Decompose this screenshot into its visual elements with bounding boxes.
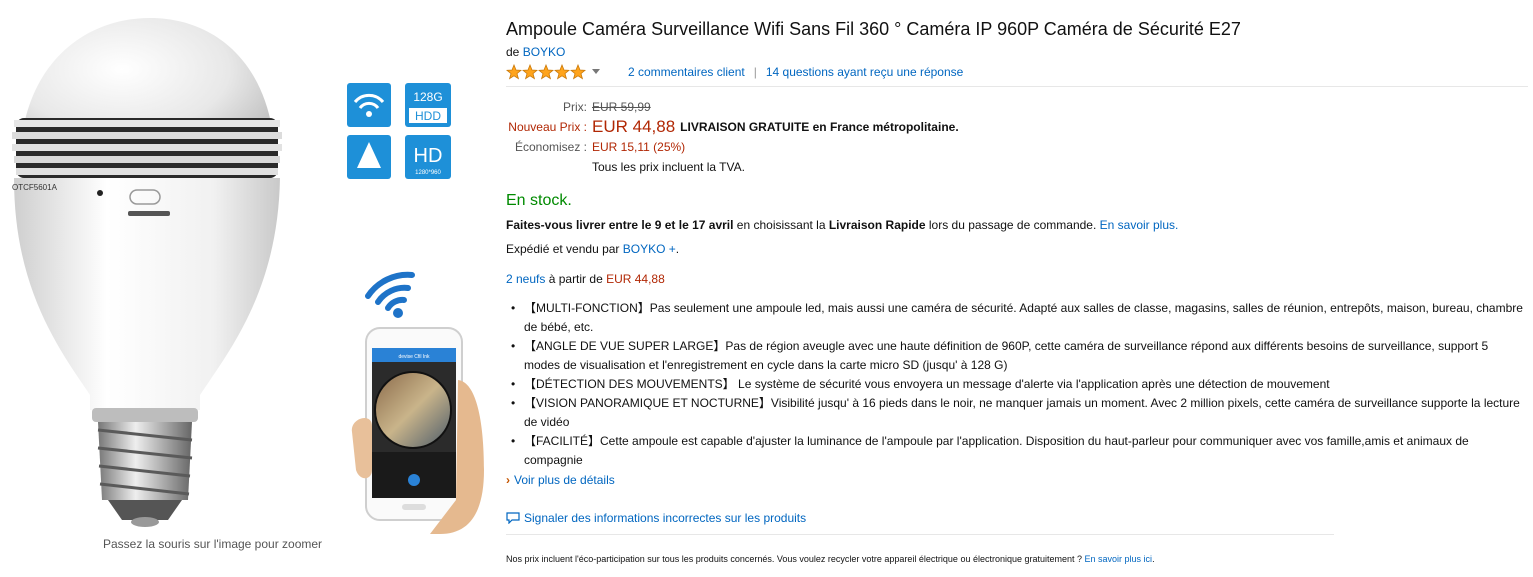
feature-bullet: 【VISION PANORAMIQUE ET NOCTURNE】Visibili… (511, 394, 1524, 432)
savings-row: Économisez : EUR 15,11 (25%) (506, 137, 1526, 157)
divider (506, 534, 1334, 535)
feature-bullets: 【MULTI-FONCTION】Pas seulement une ampoul… (506, 299, 1526, 470)
see-more-details[interactable]: › Voir plus de détails (506, 472, 1526, 488)
offers-price: EUR 44,88 (606, 272, 665, 286)
questions-link[interactable]: 14 questions ayant reçu une réponse (766, 65, 963, 79)
product-details: Ampoule Caméra Surveillance Wifi Sans Fi… (506, 17, 1528, 565)
svg-text:128G: 128G (413, 90, 442, 104)
star-icon (506, 64, 522, 80)
storage-badge: 128G HDD (405, 83, 451, 127)
chevron-right-icon: › (506, 473, 510, 487)
feature-bullet: 【DÉTECTION DES MOUVEMENTS】 Le système de… (511, 375, 1524, 394)
new-offers-link[interactable]: 2 neufs (506, 272, 545, 286)
rating-row: 2 commentaires client | 14 questions aya… (506, 63, 1526, 81)
bulb-model-label: OTCF5601A (12, 183, 58, 192)
reviews-link[interactable]: 2 commentaires client (628, 65, 745, 79)
vat-row: Tous les prix incluent la TVA. (506, 157, 1526, 177)
bulb-vents (12, 118, 282, 178)
fast-delivery: Livraison Rapide (828, 218, 926, 232)
wifi-signal-icon (365, 271, 415, 311)
bulb-base (92, 408, 198, 527)
delivery-message: Faites-vous livrer entre le 9 et le 17 a… (506, 218, 1179, 232)
wifi-badge (347, 83, 391, 127)
list-price: EUR 59,99 (592, 100, 651, 114)
list-price-label: Prix: (563, 100, 587, 114)
vat-note: Tous les prix incluent la TVA. (592, 160, 745, 174)
speech-bubble-icon (506, 512, 520, 524)
eco-footnote: Nos prix incluent l'éco-participation su… (506, 554, 1155, 564)
learn-more-link[interactable]: En savoir plus. (1100, 218, 1179, 232)
list-price-row: Prix: EUR 59,99 (506, 97, 1526, 117)
rating-separator: | (753, 65, 757, 79)
rating-dropdown-icon[interactable] (592, 69, 600, 75)
see-more-link[interactable]: Voir plus de détails (514, 472, 615, 488)
report-issue[interactable]: Signaler des informations incorrectes su… (506, 510, 1526, 526)
feature-bullet: 【ANGLE DE VUE SUPER LARGE】Pas de région … (511, 337, 1524, 375)
product-title: Ampoule Caméra Surveillance Wifi Sans Fi… (506, 19, 1241, 39)
star-rating[interactable] (506, 64, 586, 80)
delivery-dates: Faites-vous livrer entre le 9 et le 17 a… (506, 218, 734, 232)
svg-text:1280*960: 1280*960 (415, 170, 441, 176)
recycle-info-link[interactable]: En savoir plus ici (1085, 554, 1153, 564)
star-icon (522, 64, 538, 80)
shipped-by: Expédié et vendu par BOYKO +. (506, 242, 680, 256)
feature-bullet: 【MULTI-FONCTION】Pas seulement une ampoul… (511, 299, 1524, 337)
new-price-row: Nouveau Prix : EUR 44,88 LIVRAISON GRATU… (506, 117, 1526, 137)
svg-text:devise Cfil Ink: devise Cfil Ink (398, 354, 430, 360)
savings-value: EUR 15,11 (25%) (592, 140, 686, 154)
byline-prefix: de (506, 45, 520, 59)
product-image[interactable]: OTCF5601A 128G HDD 360° HD 1280*960 devi… (0, 0, 490, 535)
new-price: EUR 44,88 (592, 117, 676, 136)
svg-text:HDD: HDD (415, 109, 441, 123)
free-shipping: LIVRAISON GRATUITE en France métropolita… (680, 120, 959, 134)
hd-badge: HD 1280*960 (405, 135, 451, 179)
image-gallery: OTCF5601A 128G HDD 360° HD 1280*960 devi… (0, 0, 490, 577)
report-link[interactable]: Signaler des informations incorrectes su… (524, 510, 806, 526)
new-price-label: Nouveau Prix : (508, 120, 587, 134)
availability-status: En stock. (506, 192, 572, 209)
zoom-hint: Passez la souris sur l'image pour zoomer (103, 537, 323, 551)
angle-badge: 360° (347, 135, 391, 179)
star-icon (538, 64, 554, 80)
price-block: Prix: EUR 59,99 Nouveau Prix : EUR 44,88… (506, 97, 1526, 177)
byline: de BOYKO (506, 44, 1526, 60)
star-icon (570, 64, 586, 80)
divider (506, 86, 1528, 87)
savings-label: Économisez : (514, 140, 587, 154)
svg-text:HD: HD (414, 145, 443, 167)
other-offers: 2 neufs à partir de EUR 44,88 (506, 272, 665, 286)
phone-app-mockup: devise Cfil Ink (351, 327, 484, 534)
seller-link[interactable]: BOYKO + (623, 242, 676, 256)
brand-link[interactable]: BOYKO (523, 45, 566, 59)
feature-bullet: 【FACILITÉ】Cette ampoule est capable d'aj… (511, 432, 1524, 470)
star-icon (554, 64, 570, 80)
svg-text:360°: 360° (362, 169, 377, 177)
